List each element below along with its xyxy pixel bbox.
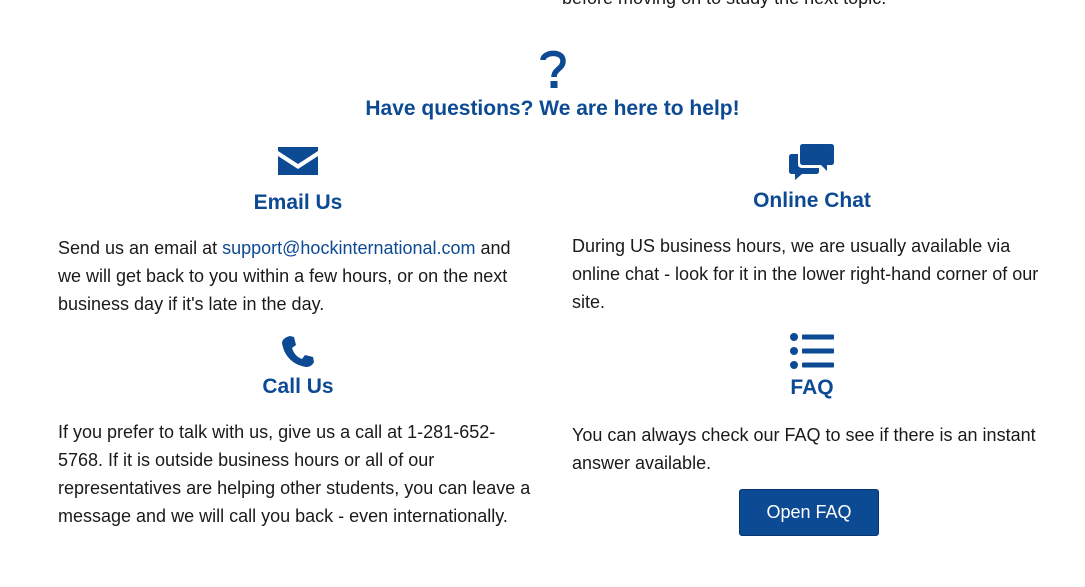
help-title: Have questions? We are here to help! bbox=[365, 97, 740, 120]
email-text-start: Send us an email at bbox=[58, 238, 223, 258]
previous-section-text: before moving on to study the next topic… bbox=[562, 0, 886, 9]
call-card: Call Us If you prefer to talk with us, g… bbox=[58, 335, 538, 530]
help-header: Have questions? We are here to help! bbox=[0, 48, 1085, 121]
list-icon bbox=[790, 333, 834, 369]
chat-card: Online Chat During US business hours, we… bbox=[572, 142, 1052, 316]
email-link[interactable]: support@hockinternational.com bbox=[222, 238, 475, 258]
question-mark-icon bbox=[539, 50, 566, 88]
chat-title: Online Chat bbox=[753, 189, 871, 212]
chat-text: During US business hours, we are usually… bbox=[572, 236, 1039, 312]
envelope-icon bbox=[278, 147, 318, 175]
email-card: Email Us Send us an email at support@hoc… bbox=[58, 147, 538, 318]
faq-card: FAQ You can always check our FAQ to see … bbox=[572, 333, 1052, 536]
call-title: Call Us bbox=[262, 375, 334, 398]
chat-bubbles-icon bbox=[789, 144, 834, 180]
open-faq-button[interactable]: Open FAQ bbox=[739, 489, 879, 536]
email-title: Email Us bbox=[253, 191, 343, 214]
call-text: If you prefer to talk with us, give us a… bbox=[58, 422, 531, 526]
faq-text: You can always check our FAQ to see if t… bbox=[572, 425, 1036, 473]
help-page: before moving on to study the next topic… bbox=[0, 0, 1085, 587]
phone-icon bbox=[282, 336, 314, 367]
faq-title: FAQ bbox=[790, 376, 834, 399]
email-text: Send us an email at support@hockinternat… bbox=[58, 234, 538, 318]
